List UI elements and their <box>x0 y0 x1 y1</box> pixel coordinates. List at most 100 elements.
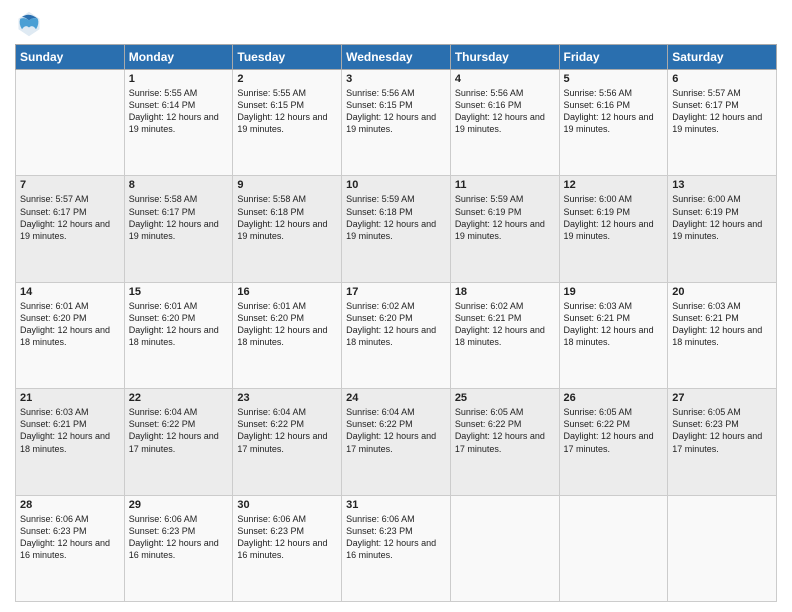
cell-info: Sunrise: 6:03 AM Sunset: 6:21 PM Dayligh… <box>672 300 772 349</box>
week-row-2: 14 Sunrise: 6:01 AM Sunset: 6:20 PM Dayli… <box>16 282 777 388</box>
calendar-cell: 6 Sunrise: 5:57 AM Sunset: 6:17 PM Daylig… <box>668 70 777 176</box>
cell-info: Sunrise: 6:04 AM Sunset: 6:22 PM Dayligh… <box>129 406 229 455</box>
calendar-cell: 15 Sunrise: 6:01 AM Sunset: 6:20 PM Dayli… <box>124 282 233 388</box>
day-number: 29 <box>129 499 229 511</box>
logo-icon <box>15 10 43 38</box>
day-number: 20 <box>672 286 772 298</box>
weekday-header-saturday: Saturday <box>668 45 777 70</box>
day-number: 15 <box>129 286 229 298</box>
calendar-cell: 10Sunrise: 5:59 AM Sunset: 6:18 PM Dayli… <box>342 176 451 282</box>
day-number: 16 <box>237 286 337 298</box>
day-number: 12 <box>564 179 664 191</box>
cell-info: Sunrise: 6:06 AM Sunset: 6:23 PM Dayligh… <box>129 513 229 562</box>
day-number: 14 <box>20 286 120 298</box>
cell-info: Sunrise: 5:55 AM Sunset: 6:15 PM Dayligh… <box>237 87 337 136</box>
cell-info: Sunrise: 6:00 AM Sunset: 6:19 PM Dayligh… <box>564 193 664 242</box>
day-number: 31 <box>346 499 446 511</box>
calendar-cell: 3 Sunrise: 5:56 AM Sunset: 6:15 PM Daylig… <box>342 70 451 176</box>
day-number: 17 <box>346 286 446 298</box>
calendar-cell: 18 Sunrise: 6:02 AM Sunset: 6:21 PM Dayli… <box>450 282 559 388</box>
calendar-cell: 13 Sunrise: 6:00 AM Sunset: 6:19 PM Dayli… <box>668 176 777 282</box>
cell-info: Sunrise: 6:04 AM Sunset: 6:22 PM Dayligh… <box>237 406 337 455</box>
calendar-cell: 12 Sunrise: 6:00 AM Sunset: 6:19 PM Dayli… <box>559 176 668 282</box>
weekday-header-monday: Monday <box>124 45 233 70</box>
week-row-1: 7Sunrise: 5:57 AM Sunset: 6:17 PM Daylig… <box>16 176 777 282</box>
cell-info: Sunrise: 6:06 AM Sunset: 6:23 PM Dayligh… <box>20 513 120 562</box>
day-number: 18 <box>455 286 555 298</box>
calendar-cell: 8 Sunrise: 5:58 AM Sunset: 6:17 PM Daylig… <box>124 176 233 282</box>
calendar-cell: 4 Sunrise: 5:56 AM Sunset: 6:16 PM Daylig… <box>450 70 559 176</box>
day-number: 28 <box>20 499 120 511</box>
day-number: 9 <box>237 179 337 191</box>
cell-info: Sunrise: 5:58 AM Sunset: 6:18 PM Dayligh… <box>237 193 337 242</box>
cell-info: Sunrise: 5:56 AM Sunset: 6:15 PM Dayligh… <box>346 87 446 136</box>
calendar-cell: 23 Sunrise: 6:04 AM Sunset: 6:22 PM Dayli… <box>233 389 342 495</box>
calendar-cell: 16 Sunrise: 6:01 AM Sunset: 6:20 PM Dayli… <box>233 282 342 388</box>
day-number: 13 <box>672 179 772 191</box>
cell-info: Sunrise: 6:01 AM Sunset: 6:20 PM Dayligh… <box>129 300 229 349</box>
calendar-cell: 28 Sunrise: 6:06 AM Sunset: 6:23 PM Dayli… <box>16 495 125 601</box>
weekday-header-friday: Friday <box>559 45 668 70</box>
cell-info: Sunrise: 6:05 AM Sunset: 6:22 PM Dayligh… <box>455 406 555 455</box>
day-number: 24 <box>346 392 446 404</box>
day-number: 6 <box>672 73 772 85</box>
calendar-cell: 21Sunrise: 6:03 AM Sunset: 6:21 PM Dayli… <box>16 389 125 495</box>
day-number: 30 <box>237 499 337 511</box>
cell-info: Sunrise: 5:58 AM Sunset: 6:17 PM Dayligh… <box>129 193 229 242</box>
calendar-cell <box>559 495 668 601</box>
weekday-header-row: SundayMondayTuesdayWednesdayThursdayFrid… <box>16 45 777 70</box>
calendar-cell <box>450 495 559 601</box>
cell-info: Sunrise: 6:00 AM Sunset: 6:19 PM Dayligh… <box>672 193 772 242</box>
cell-info: Sunrise: 6:06 AM Sunset: 6:23 PM Dayligh… <box>346 513 446 562</box>
day-number: 1 <box>129 73 229 85</box>
cell-info: Sunrise: 5:57 AM Sunset: 6:17 PM Dayligh… <box>20 193 120 242</box>
week-row-4: 28 Sunrise: 6:06 AM Sunset: 6:23 PM Dayli… <box>16 495 777 601</box>
header <box>15 10 777 38</box>
calendar-cell: 25 Sunrise: 6:05 AM Sunset: 6:22 PM Dayli… <box>450 389 559 495</box>
weekday-header-wednesday: Wednesday <box>342 45 451 70</box>
calendar-cell: 29 Sunrise: 6:06 AM Sunset: 6:23 PM Dayli… <box>124 495 233 601</box>
calendar-cell: 1Sunrise: 5:55 AM Sunset: 6:14 PM Daylig… <box>124 70 233 176</box>
cell-info: Sunrise: 5:56 AM Sunset: 6:16 PM Dayligh… <box>564 87 664 136</box>
calendar-cell: 14Sunrise: 6:01 AM Sunset: 6:20 PM Dayli… <box>16 282 125 388</box>
cell-info: Sunrise: 6:04 AM Sunset: 6:22 PM Dayligh… <box>346 406 446 455</box>
cell-info: Sunrise: 6:03 AM Sunset: 6:21 PM Dayligh… <box>564 300 664 349</box>
week-row-3: 21Sunrise: 6:03 AM Sunset: 6:21 PM Dayli… <box>16 389 777 495</box>
cell-info: Sunrise: 6:02 AM Sunset: 6:20 PM Dayligh… <box>346 300 446 349</box>
cell-info: Sunrise: 5:59 AM Sunset: 6:19 PM Dayligh… <box>455 193 555 242</box>
day-number: 26 <box>564 392 664 404</box>
day-number: 21 <box>20 392 120 404</box>
weekday-header-sunday: Sunday <box>16 45 125 70</box>
calendar-cell: 2 Sunrise: 5:55 AM Sunset: 6:15 PM Daylig… <box>233 70 342 176</box>
calendar-cell: 22 Sunrise: 6:04 AM Sunset: 6:22 PM Dayli… <box>124 389 233 495</box>
day-number: 25 <box>455 392 555 404</box>
calendar-cell: 24 Sunrise: 6:04 AM Sunset: 6:22 PM Dayli… <box>342 389 451 495</box>
day-number: 19 <box>564 286 664 298</box>
day-number: 8 <box>129 179 229 191</box>
day-number: 5 <box>564 73 664 85</box>
calendar-cell: 19 Sunrise: 6:03 AM Sunset: 6:21 PM Dayli… <box>559 282 668 388</box>
day-number: 3 <box>346 73 446 85</box>
cell-info: Sunrise: 6:05 AM Sunset: 6:22 PM Dayligh… <box>564 406 664 455</box>
cell-info: Sunrise: 6:01 AM Sunset: 6:20 PM Dayligh… <box>237 300 337 349</box>
calendar-cell: 5 Sunrise: 5:56 AM Sunset: 6:16 PM Daylig… <box>559 70 668 176</box>
calendar-cell: 31 Sunrise: 6:06 AM Sunset: 6:23 PM Dayli… <box>342 495 451 601</box>
calendar-cell: 30 Sunrise: 6:06 AM Sunset: 6:23 PM Dayli… <box>233 495 342 601</box>
calendar-cell: 7Sunrise: 5:57 AM Sunset: 6:17 PM Daylig… <box>16 176 125 282</box>
cell-info: Sunrise: 5:56 AM Sunset: 6:16 PM Dayligh… <box>455 87 555 136</box>
cell-info: Sunrise: 6:06 AM Sunset: 6:23 PM Dayligh… <box>237 513 337 562</box>
day-number: 11 <box>455 179 555 191</box>
calendar-cell: 9 Sunrise: 5:58 AM Sunset: 6:18 PM Daylig… <box>233 176 342 282</box>
weekday-header-tuesday: Tuesday <box>233 45 342 70</box>
day-number: 4 <box>455 73 555 85</box>
weekday-header-thursday: Thursday <box>450 45 559 70</box>
calendar-cell: 27Sunrise: 6:05 AM Sunset: 6:23 PM Dayli… <box>668 389 777 495</box>
week-row-0: 1Sunrise: 5:55 AM Sunset: 6:14 PM Daylig… <box>16 70 777 176</box>
cell-info: Sunrise: 5:57 AM Sunset: 6:17 PM Dayligh… <box>672 87 772 136</box>
cell-info: Sunrise: 6:02 AM Sunset: 6:21 PM Dayligh… <box>455 300 555 349</box>
day-number: 23 <box>237 392 337 404</box>
day-number: 2 <box>237 73 337 85</box>
page: SundayMondayTuesdayWednesdayThursdayFrid… <box>0 0 792 612</box>
day-number: 22 <box>129 392 229 404</box>
calendar-cell: 26 Sunrise: 6:05 AM Sunset: 6:22 PM Dayli… <box>559 389 668 495</box>
